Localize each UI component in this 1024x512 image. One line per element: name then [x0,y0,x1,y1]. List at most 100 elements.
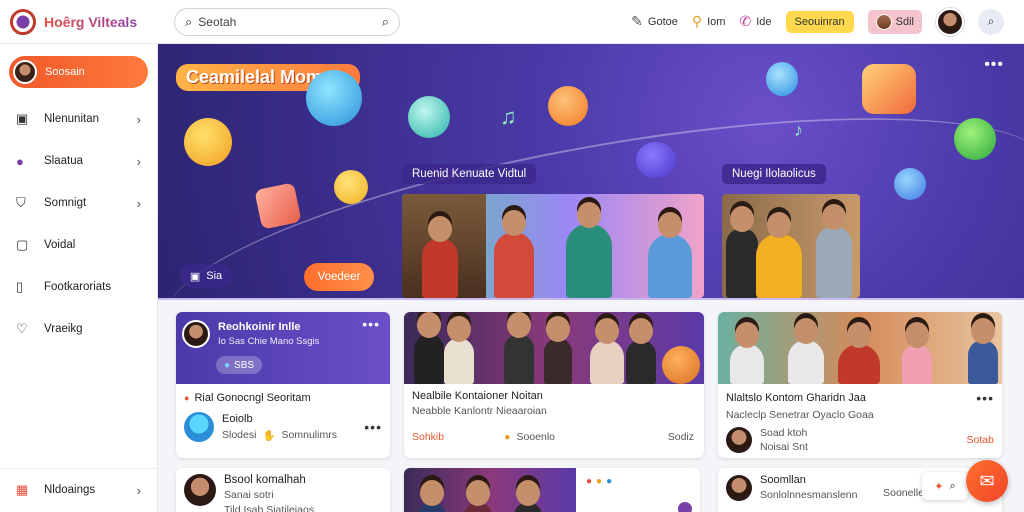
sidebar-item-label: Nlenunitan [44,113,99,125]
content-card-4[interactable]: Bsool komalhah Sanai sotri Tild Isab Sia… [176,468,390,512]
emoji-icon: ● [606,476,613,487]
hero-chip-label: Sia [206,270,223,282]
video-thumbnail-2[interactable] [722,194,860,298]
more-icon[interactable]: ••• [364,419,382,435]
card-header-chip-label: SBS [234,359,255,371]
content-card-1[interactable]: Reohkoinir Inlle Io Sas Chie Mano Ssgis … [176,312,390,458]
bear-mascot-icon [662,346,700,384]
sidebar-item-4[interactable]: ▢ Voidal [0,224,157,266]
emoji-icon: ● [586,476,593,487]
sidebar-item-bottom[interactable]: ▦ Nldoaings › [0,469,157,511]
sidebar-item-2[interactable]: ● Slaatua › [0,140,157,182]
card-user-meta: Noisai Snt [760,441,808,453]
bubble-icon [636,142,676,178]
card-thumbnail[interactable] [718,312,1002,384]
more-icon[interactable]: ••• [984,56,1004,74]
content-card-3[interactable]: Nlaltslo Kontom Gharidn Jaa ••• Nacleclp… [718,312,1002,458]
card-thumbnail[interactable] [404,468,576,512]
sidebar-item-label: Vraeikg [44,323,83,335]
sidebar-item-6[interactable]: ♡ Vraeikg [0,308,157,350]
app-root: Hoêrg Vilteals ⌕ Seotah ⌕ ✎ Gotoe ⚲ Iom … [0,0,1024,512]
top-action-1[interactable]: ✎ Gotoe [631,13,678,30]
chevron-right-icon: › [136,482,141,498]
more-icon[interactable]: ••• [976,390,994,406]
person [422,216,458,298]
video-label-1[interactable]: Ruenid Kenuate Vidtul [402,164,537,184]
chevron-right-icon: › [136,111,141,127]
search-icon: ⌕ [987,14,995,28]
app-name: Hoêrg Vilteals [44,13,138,30]
card-subtitle-2: Tild Isab Siatileiaos [224,504,315,512]
person [544,316,572,384]
hero-banner: Ceamilelal Momnrs ••• ♫ ♪ Ruenid Kenuate… [158,44,1024,300]
avatar [726,474,752,501]
play-icon [894,168,926,200]
content-card-2[interactable]: Nealbile Kontaioner Noitan Neabble Kanlo… [404,312,704,458]
card-header-chip[interactable]: ● SBS [216,356,263,374]
search-icon[interactable]: ⌕ [950,480,956,493]
search-box[interactable]: ⌕ Seotah ⌕ [174,7,400,36]
hero-chip[interactable]: ▣ Sia [180,264,232,288]
profile-chip-label: Sdil [895,15,914,28]
person [756,212,802,298]
avatar [13,60,37,84]
search-button[interactable]: ⌕ [978,8,1004,35]
chat-icon: ✉ [979,470,995,491]
top-action-1-label: Gotoe [647,15,678,28]
sidebar-item-3[interactable]: ⛉ Somnigt › [0,182,157,224]
profile-chip-button[interactable]: Sdil [867,9,922,34]
app-logo[interactable]: Hoêrg Vilteals [0,8,158,35]
emoji-icon: ● [596,476,603,487]
card-subtitle: Sonlolnnesmanslenn [760,489,858,501]
video-label-2[interactable]: Nuegi Ilolaolicus [722,164,826,184]
balloon-icon [766,62,798,96]
top-action-3-label: Ide [756,15,772,28]
sidebar-bottom: ▦ Nldoaings › [0,468,157,512]
card-title: Soomllan [760,474,806,486]
sidebar-item-1[interactable]: ▣ Nlenunitan › [0,98,157,140]
chevron-right-icon: › [136,195,141,211]
top-action-2[interactable]: ⚲ Iom [692,13,726,30]
card-user-name: Eoiolb [222,412,253,425]
person [590,318,624,384]
card-header-subtitle: Io Sas Chie Mano Ssgis [218,336,320,347]
emoji-icon [334,170,368,204]
top-action-3[interactable]: ✆ Ide [739,13,771,30]
user-avatar[interactable] [936,7,964,36]
music-note-icon: ♪ [794,120,803,140]
person [968,318,998,384]
chat-icon: ▣ [189,270,201,283]
info-icon: ● [224,359,231,371]
person [838,322,880,384]
top-actions: ✎ Gotoe ⚲ Iom ✆ Ide Seouinran Sdil ⌕ [631,7,1024,36]
sidebar-item-active[interactable]: Soosain [9,56,148,88]
gift-icon [254,182,302,230]
cake-icon [862,64,916,114]
card-stat-middle: Sooenlo [516,431,555,443]
person [788,318,824,384]
search-submit-icon[interactable]: ⌕ [382,14,389,30]
hero-cta-button[interactable]: Voedeer [304,263,374,291]
fire-icon[interactable]: ✦ [934,480,943,493]
person [464,480,492,512]
chat-fab-button[interactable]: ✉ [966,460,1008,502]
record-icon [678,502,692,512]
person [626,318,656,384]
sidebar: Soosain ▣ Nlenunitan › ● Slaatua › ⛉ Som… [0,44,158,512]
person [566,202,612,298]
subscribe-button[interactable]: Seouinran [785,10,854,33]
avatar [184,474,216,506]
card-title: Rial Gonocngl Seoritam [194,392,311,404]
sidebar-item-5[interactable]: ▯ Footkaroriats [0,266,157,308]
top-action-2-label: Iom [707,15,726,28]
video-thumbnail-1[interactable] [402,194,704,298]
more-icon[interactable]: ••• [362,316,380,332]
card-thumbnail[interactable] [404,312,704,384]
fire-icon: ● [184,393,190,403]
image-icon: ▣ [16,111,29,126]
search-input[interactable]: Seotah [198,15,236,29]
card-title: Bsool komalhah [224,474,306,486]
gift-icon: ▦ [16,482,29,497]
content-card-5[interactable]: ● ● ● [404,468,700,512]
person [418,480,446,512]
